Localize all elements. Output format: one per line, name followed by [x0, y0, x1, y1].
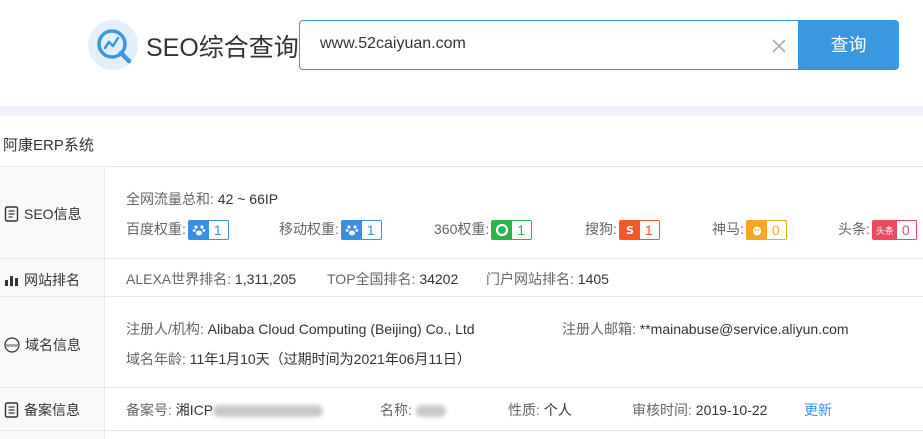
- weight-value: 1: [366, 222, 375, 239]
- weight-label: 移动权重:: [279, 221, 339, 237]
- icp-type-value: 个人: [543, 402, 572, 418]
- weight-label: 头条:: [838, 221, 870, 237]
- svg-text:www: www: [6, 343, 18, 349]
- weight-item: 搜狗: S 1: [585, 219, 660, 241]
- header: SEO综合查询 www.52caiyuan.com 查询: [0, 0, 923, 106]
- seo-info-label: SEO信息: [4, 204, 82, 224]
- weight-badge: 1: [187, 220, 229, 241]
- icp-name: 名称:: [380, 400, 446, 420]
- shenma-icon: [746, 221, 767, 240]
- registrant-email: 注册人邮箱: **mainabuse@service.aliyun.com: [562, 319, 849, 339]
- top-rank: TOP全国排名: 34202: [327, 269, 458, 289]
- alexa-label: ALEXA世界排名:: [126, 271, 232, 287]
- redacted-blur: [213, 405, 324, 418]
- registrant: 注册人/机构: Alibaba Cloud Computing (Beijing…: [126, 319, 475, 339]
- domain-info-label: www 域名信息: [4, 335, 81, 355]
- portal-value: 1405: [577, 271, 609, 287]
- weight-value: 1: [213, 222, 222, 239]
- weight-item: 神马: 0: [712, 219, 787, 241]
- divider: [0, 387, 923, 388]
- traffic-value: 42 ~ 66IP: [217, 191, 279, 207]
- divider: [0, 430, 923, 431]
- divider: [0, 296, 923, 297]
- site-title: 阿康ERP系统: [3, 137, 94, 154]
- bar-chart-icon: [5, 276, 18, 286]
- weight-value: 1: [644, 222, 653, 239]
- audit-value: 2019-10-22: [695, 402, 768, 418]
- clear-icon[interactable]: [770, 37, 788, 55]
- registrant-value: Alibaba Cloud Computing (Beijing) Co., L…: [207, 321, 475, 337]
- document-icon: [4, 206, 19, 222]
- sogou-icon: S: [619, 221, 640, 240]
- search-input[interactable]: www.52caiyuan.com: [320, 35, 466, 53]
- traffic-total: 全网流量总和: 42 ~ 66IP: [126, 189, 278, 209]
- alexa-value: 1,311,205: [234, 271, 297, 287]
- portal-label: 门户网站排名:: [486, 271, 574, 287]
- age-label: 域名年龄:: [126, 351, 186, 367]
- weight-value: 0: [771, 222, 780, 239]
- divider: [0, 258, 923, 259]
- icp-audit-time: 审核时间: 2019-10-22: [632, 400, 767, 420]
- weight-label: 360权重:: [434, 221, 490, 237]
- toutiao-icon: 头条: [872, 221, 897, 240]
- email-value: **mainabuse@service.aliyun.com: [639, 321, 849, 337]
- record-icon: [4, 402, 19, 418]
- brand-title: SEO综合查询: [146, 34, 299, 62]
- traffic-label: 全网流量总和:: [126, 191, 214, 207]
- weight-badge: 0: [745, 220, 787, 241]
- icp-info-text: 备案信息: [24, 402, 80, 418]
- seo-info-text: SEO信息: [24, 206, 82, 222]
- svg-text:S: S: [626, 224, 634, 237]
- weight-badge: S1: [618, 220, 660, 241]
- weight-item: 百度权重: 1: [126, 219, 229, 241]
- site-rank-label: 网站排名: [4, 270, 80, 290]
- portal-rank: 门户网站排名: 1405: [486, 269, 609, 289]
- paw-icon: [341, 221, 362, 240]
- icp-info-label: 备案信息: [4, 400, 80, 420]
- weight-value: 0: [901, 222, 910, 239]
- age-value: 11年1月10天（过期时间为2021年06月11日）: [189, 351, 471, 367]
- weight-label: 神马:: [712, 221, 744, 237]
- icp-name-label: 名称:: [380, 402, 412, 418]
- seo-logo-icon: [88, 20, 138, 70]
- weight-item: 头条: 头条 0: [838, 219, 917, 241]
- top-value: 34202: [419, 271, 459, 287]
- audit-label: 审核时间:: [632, 402, 692, 418]
- weight-badge: 头条 0: [871, 220, 917, 241]
- domain-info-text: 域名信息: [25, 337, 81, 353]
- weight-label: 搜狗:: [585, 221, 617, 237]
- icp-number-label: 备案号:: [126, 402, 172, 418]
- weight-badge: 1: [340, 220, 382, 241]
- paw-icon: [188, 221, 209, 240]
- domain-age: 域名年龄: 11年1月10天（过期时间为2021年06月11日）: [126, 349, 471, 369]
- divider: [0, 166, 923, 167]
- weight-item: 移动权重: 1: [279, 219, 382, 241]
- email-label: 注册人邮箱:: [562, 321, 636, 337]
- search-box[interactable]: www.52caiyuan.com: [299, 20, 799, 70]
- 360-icon: [492, 221, 513, 240]
- alexa-rank: ALEXA世界排名: 1,311,205: [126, 269, 296, 289]
- weight-value: 1: [517, 222, 526, 239]
- weight-label: 百度权重:: [126, 221, 186, 237]
- weight-badge: 1: [491, 220, 533, 241]
- icp-number: 备案号: 湘ICP: [126, 400, 324, 420]
- search-button[interactable]: 查询: [798, 20, 899, 70]
- update-link[interactable]: 更新: [804, 400, 832, 420]
- redacted-blur: [415, 405, 446, 418]
- icp-type-label: 性质:: [508, 402, 540, 418]
- www-icon: www: [4, 337, 20, 353]
- icp-number-value: 湘ICP: [175, 402, 214, 418]
- icp-type: 性质: 个人: [508, 400, 572, 420]
- weight-item: 360权重: 1: [434, 219, 533, 241]
- registrant-label: 注册人/机构:: [126, 321, 204, 337]
- top-label: TOP全国排名:: [327, 271, 416, 287]
- site-rank-text: 网站排名: [24, 272, 80, 288]
- header-divider: [0, 106, 923, 116]
